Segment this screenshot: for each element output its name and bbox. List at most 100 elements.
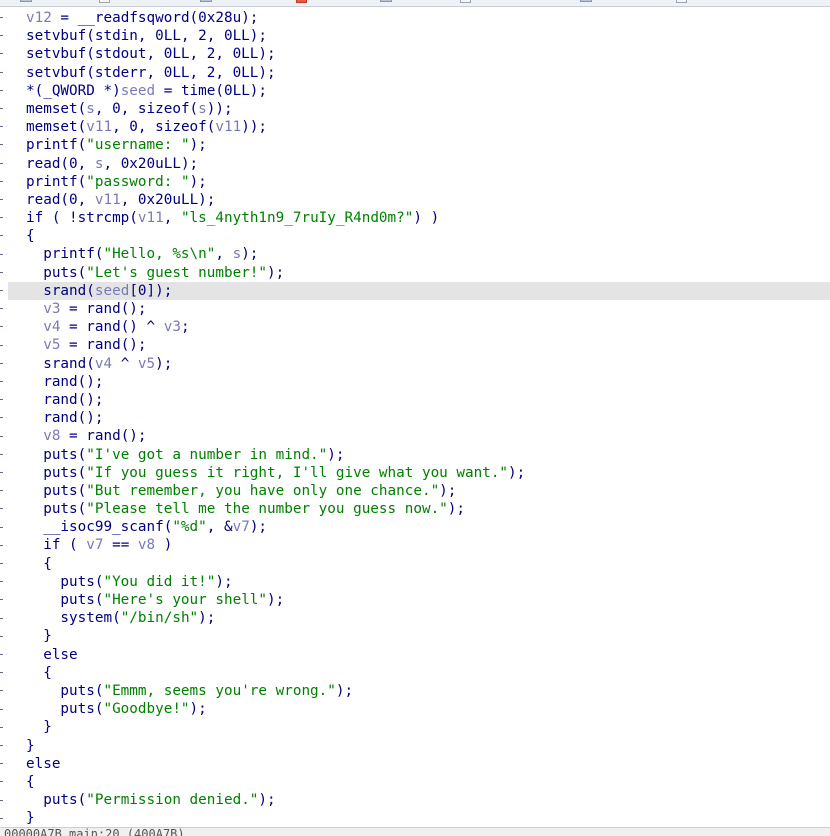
gutter-mark (0, 581, 3, 583)
code-line[interactable]: puts("Goodbye!"); (26, 700, 830, 718)
code-line[interactable]: printf("password: "); (26, 173, 830, 191)
code-line[interactable]: v3 = rand(); (26, 300, 830, 318)
tab-2[interactable]: Hex View-1 (380, 0, 472, 5)
code-token: memset( (26, 119, 87, 136)
code-token: { (26, 664, 52, 681)
code-token: = rand(); (60, 301, 147, 317)
string-literal: "Permission denied." (86, 792, 259, 809)
gutter-mark (0, 271, 3, 273)
code-line[interactable]: memset(s, 0, sizeof(s)); (26, 100, 830, 118)
variable-name: v8 (43, 428, 61, 445)
code-line[interactable]: rand(); (26, 391, 830, 409)
code-token: puts( (26, 264, 87, 281)
close-icon[interactable] (676, 0, 688, 3)
string-literal: "If you guess it right, I'll give what y… (86, 464, 509, 481)
code-line[interactable]: } (26, 809, 830, 827)
code-token: ); (267, 264, 285, 281)
code-token: puts( (26, 482, 87, 499)
code-token: puts( (26, 701, 104, 718)
gutter-mark (0, 672, 3, 674)
gutter-mark (0, 53, 3, 55)
code-line[interactable]: v4 = rand() ^ v3; (26, 318, 830, 336)
string-literal: "But remember, you have only one chance.… (86, 482, 440, 499)
gutter-mark (0, 654, 3, 655)
code-line[interactable]: } (26, 627, 830, 645)
code-token: else (26, 755, 61, 772)
close-icon[interactable] (460, 0, 472, 3)
code-line[interactable]: memset(v11, 0, sizeof(v11)); (26, 118, 830, 136)
code-token: puts( (26, 501, 87, 518)
code-line[interactable]: puts("You did it!"); (26, 573, 830, 591)
code-line[interactable]: else (26, 755, 830, 773)
code-token: , 0x20uLL); (103, 155, 199, 172)
code-line[interactable]: } (26, 718, 830, 736)
code-line[interactable]: srand(v4 ^ v5); (26, 355, 830, 373)
code-line[interactable]: *(_QWORD *)seed = time(0LL); (26, 82, 830, 100)
gutter-mark (0, 472, 3, 473)
code-token: ); (198, 610, 216, 627)
code-line[interactable]: puts("Emmm, seems you're wrong."); (26, 682, 830, 700)
code-line[interactable]: __isoc99_scanf("%d", &v7); (26, 518, 830, 536)
code-line[interactable]: setvbuf(stderr, 0LL, 2, 0LL); (26, 64, 830, 82)
code-line[interactable]: if ( !strcmp(v11, "ls_4nyth1n9_7ruIy_R4n… (26, 209, 830, 227)
code-line[interactable]: { (26, 555, 830, 573)
code-line[interactable]: } (26, 737, 830, 755)
code-token: = __readfsqword(0x28u); (51, 10, 259, 26)
pseudocode-view[interactable]: v12 = __readfsqword(0x28u); setvbuf(stdin… (8, 9, 830, 827)
code-token: rand(); (26, 410, 104, 427)
close-icon[interactable] (296, 0, 308, 3)
code-token: setvbuf(stderr, 0LL, 2, 0LL); (26, 64, 276, 81)
code-token: [0]); (129, 282, 173, 299)
variable-name: v7 (232, 519, 250, 536)
code-line[interactable]: puts("I've got a number in mind."); (26, 446, 830, 464)
code-line[interactable]: setvbuf(stdout, 0LL, 2, 0LL); (26, 45, 830, 63)
string-literal: "Hello, %s\n" (103, 246, 216, 263)
gutter-mark (0, 781, 3, 783)
code-token: system( (26, 610, 121, 627)
close-icon[interactable] (99, 0, 111, 3)
variable-name: v4 (43, 319, 61, 336)
code-line[interactable]: read(0, s, 0x20uLL); (26, 155, 830, 173)
code-line[interactable]: read(0, v11, 0x20uLL); (26, 191, 830, 209)
code-line[interactable]: else (26, 646, 830, 664)
variable-name: s (86, 100, 95, 117)
code-token: } (26, 719, 52, 736)
tab-1[interactable]: Pseudocode-B (200, 0, 308, 5)
code-token: puts( (26, 592, 104, 608)
code-token: printf( (26, 246, 104, 263)
code-token: } (26, 628, 52, 645)
code-line[interactable]: puts("If you guess it right, I'll give w… (26, 464, 830, 482)
code-line[interactable]: v12 = __readfsqword(0x28u); (26, 9, 830, 27)
gutter-mark (0, 108, 3, 109)
code-token: srand( (26, 355, 95, 372)
code-line[interactable]: setvbuf(stdin, 0LL, 2, 0LL); (26, 27, 830, 45)
code-line[interactable]: { (26, 664, 830, 682)
code-line[interactable]: puts("But remember, you have only one ch… (26, 482, 830, 500)
gutter-mark (0, 17, 3, 18)
code-line[interactable]: { (26, 227, 830, 245)
code-token: ); (189, 137, 207, 154)
code-line[interactable]: printf("Hello, %s\n", s); (26, 245, 830, 263)
code-line[interactable]: v5 = rand(); (26, 336, 830, 354)
code-line[interactable]: puts("Let's guest number!"); (26, 264, 830, 282)
code-line[interactable]: srand(seed[0]); (8, 281, 830, 300)
code-line[interactable]: if ( v7 == v8 ) (26, 536, 830, 554)
gutter-mark (0, 599, 3, 601)
code-line[interactable]: { (26, 773, 830, 791)
code-line[interactable]: rand(); (26, 373, 830, 391)
gutter-mark (0, 526, 3, 528)
code-line[interactable]: rand(); (26, 409, 830, 427)
view-icon (580, 0, 592, 3)
code-line[interactable]: puts("Permission denied."); (26, 791, 830, 809)
variable-name: s (198, 100, 207, 117)
code-line[interactable]: system("/bin/sh"); (26, 609, 830, 627)
code-line[interactable]: v8 = rand(); (26, 427, 830, 445)
code-line[interactable]: puts("Please tell me the number you gues… (26, 500, 830, 518)
tab-3[interactable]: Pseudocode-A (580, 0, 688, 5)
tab-0[interactable]: IDA View-A (20, 0, 111, 5)
code-token: printf( (26, 137, 87, 154)
code-line[interactable]: printf("username: "); (26, 136, 830, 154)
code-line[interactable]: puts("Here's your shell"); (26, 591, 830, 609)
